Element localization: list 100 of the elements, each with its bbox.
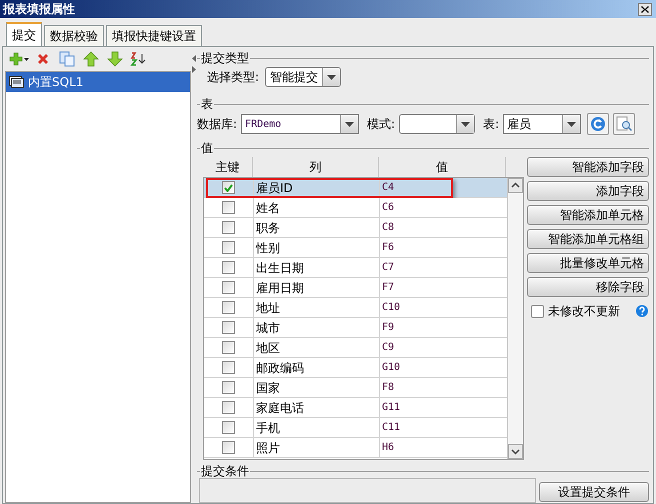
up-arrow-icon[interactable] — [81, 50, 101, 68]
checkbox[interactable] — [222, 301, 235, 314]
checkbox[interactable] — [222, 221, 235, 234]
section-legend: 值 — [200, 141, 214, 155]
table-cell-text: F9 — [381, 321, 396, 335]
table-row[interactable]: 地址 C10 — [204, 298, 507, 318]
scrollbar[interactable] — [507, 178, 523, 459]
table-icon — [9, 76, 24, 88]
checkbox[interactable] — [222, 321, 235, 334]
table-row[interactable]: 城市 F9 — [204, 318, 507, 338]
collapse-left-icon[interactable] — [192, 55, 196, 62]
table-row[interactable]: 手机 C11 — [204, 418, 507, 438]
table-cell: 地址 — [254, 298, 380, 317]
action-button[interactable]: 智能添加单元格 — [527, 205, 649, 225]
action-button[interactable]: 智能添加字段 — [527, 157, 649, 177]
dropdown-button[interactable] — [340, 115, 358, 133]
checkbox[interactable] — [222, 181, 235, 194]
dropdown-button[interactable] — [562, 115, 580, 133]
table-cell: 城市 — [254, 318, 380, 337]
set-condition-button[interactable]: 设置提交条件 — [539, 482, 649, 502]
checkbox[interactable] — [531, 304, 544, 318]
scroll-down-icon[interactable] — [508, 444, 523, 459]
table-row[interactable]: 姓名 C6 — [204, 198, 507, 218]
list-item[interactable]: 内置SQL1 — [6, 72, 190, 92]
field-label: 数据库: — [197, 116, 238, 133]
checkbox[interactable] — [222, 381, 235, 394]
checkbox-label: 未修改不更新 — [548, 303, 620, 320]
table-cell-text: C7 — [381, 261, 396, 275]
table-row[interactable]: 雇员ID C4 — [204, 178, 507, 198]
table-cell-text: C6 — [381, 201, 396, 215]
close-button[interactable] — [638, 2, 652, 16]
table-cell: 照片 — [254, 438, 380, 457]
refresh-icon — [590, 116, 606, 132]
checkbox[interactable] — [222, 201, 235, 214]
section-legend: 表 — [200, 97, 214, 111]
table-cell: 姓名 — [254, 198, 380, 217]
tab[interactable]: 提交 — [6, 22, 42, 46]
tab[interactable]: 数据校验 — [44, 25, 104, 46]
table-row[interactable]: 地区 C9 — [204, 338, 507, 358]
table-row[interactable]: 职务 C8 — [204, 218, 507, 238]
type-select[interactable]: 智能提交 — [265, 67, 342, 87]
table-row[interactable]: 出生日期 C7 — [204, 258, 507, 278]
action-button[interactable]: 移除字段 — [527, 277, 649, 297]
schema-select[interactable] — [399, 114, 476, 134]
preview-button[interactable] — [613, 113, 636, 135]
caret-icon — [567, 122, 576, 126]
checkbox[interactable] — [222, 281, 235, 294]
table-cell: 邮政编码 — [254, 358, 380, 377]
window-title: 报表填报属性 — [3, 1, 75, 17]
table-cell-text: F7 — [381, 281, 396, 295]
checkbox[interactable] — [222, 401, 235, 414]
table-row[interactable]: 国家 F8 — [204, 378, 507, 398]
checkbox[interactable] — [222, 421, 235, 434]
expand-right-icon[interactable] — [192, 66, 196, 73]
field-label: 表: — [483, 116, 500, 133]
table-cell: 出生日期 — [254, 258, 380, 277]
action-button[interactable]: 智能添加单元格组 — [527, 229, 649, 249]
table-cell-text: G11 — [381, 401, 402, 415]
table-cell: 家庭电话 — [254, 398, 380, 417]
table-cell: 职务 — [254, 218, 380, 237]
table-cell: 雇用日期 — [254, 278, 380, 297]
checkbox[interactable] — [222, 441, 235, 454]
table-cell-text: G10 — [381, 361, 402, 375]
table-cell-text: C10 — [381, 301, 402, 315]
table-cell-text: H6 — [381, 441, 396, 455]
field-label: 选择类型: — [207, 69, 260, 86]
caret-icon — [461, 122, 470, 126]
table-row[interactable]: 照片 H6 — [204, 438, 507, 458]
table-cell: 雇员ID — [254, 178, 380, 197]
field-label: 模式: — [367, 116, 396, 133]
table-select[interactable]: 雇员 — [503, 114, 582, 134]
action-button[interactable]: 添加字段 — [527, 181, 649, 201]
column-header[interactable]: 值 — [379, 157, 506, 177]
checkbox[interactable] — [222, 361, 235, 374]
database-select[interactable]: FRDemo — [241, 114, 360, 134]
column-header[interactable]: 主键 — [203, 157, 253, 177]
table-row[interactable]: 家庭电话 G11 — [204, 398, 507, 418]
table-row[interactable]: 邮政编码 G10 — [204, 358, 507, 378]
table-cell-text: C11 — [381, 421, 402, 435]
table-cell-text: C9 — [381, 341, 396, 355]
table-cell: 性别 — [254, 238, 380, 257]
caret-icon — [327, 74, 336, 80]
table-row[interactable]: 雇用日期 F7 — [204, 278, 507, 298]
refresh-button[interactable] — [587, 113, 610, 135]
table-cell-text: F6 — [381, 241, 396, 255]
scroll-up-icon[interactable] — [508, 178, 523, 193]
dropdown-button[interactable] — [456, 115, 474, 133]
dropdown-button[interactable] — [322, 68, 340, 86]
column-header[interactable]: 列 — [253, 157, 379, 177]
copy-icon[interactable] — [57, 50, 77, 68]
close-icon — [641, 6, 649, 12]
checkbox[interactable] — [222, 261, 235, 274]
checkbox[interactable] — [222, 241, 235, 254]
checkbox[interactable] — [222, 341, 235, 354]
table-cell: 地区 — [254, 338, 380, 357]
add-icon[interactable] — [9, 50, 29, 68]
help-icon[interactable] — [636, 305, 648, 317]
action-button[interactable]: 批量修改单元格 — [527, 253, 649, 273]
table-row[interactable]: 性别 F6 — [204, 238, 507, 258]
tab[interactable]: 填报快捷键设置 — [106, 25, 202, 46]
